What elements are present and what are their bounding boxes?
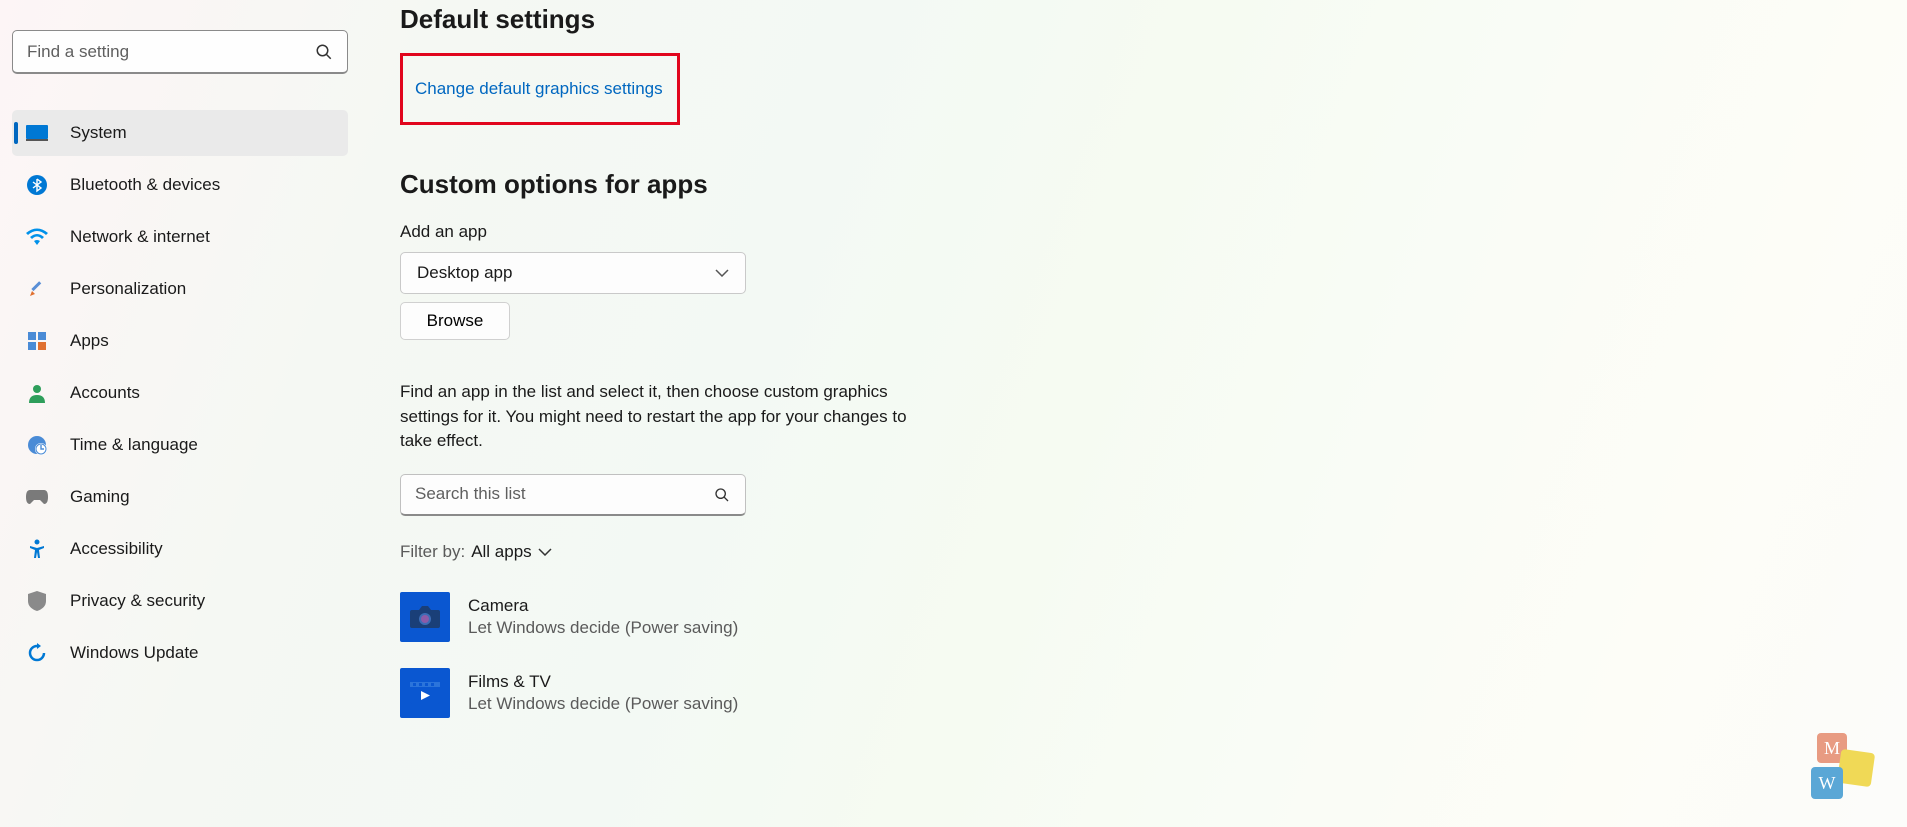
app-name: Films & TV — [468, 671, 738, 693]
nav-label: Time & language — [70, 435, 198, 455]
nav-label: Gaming — [70, 487, 130, 507]
app-list: Camera Let Windows decide (Power saving)… — [400, 592, 1907, 718]
change-default-graphics-link[interactable]: Change default graphics settings — [415, 79, 663, 99]
sidebar-search — [12, 30, 348, 74]
nav-label: Windows Update — [70, 643, 199, 663]
display-icon — [26, 122, 48, 144]
search-list-input[interactable] — [400, 474, 746, 516]
chevron-down-icon — [715, 269, 729, 277]
nav-windows-update[interactable]: Windows Update — [12, 630, 348, 676]
list-search — [400, 474, 746, 516]
clock-globe-icon — [26, 434, 48, 456]
dropdown-value: Desktop app — [417, 263, 512, 283]
nav-label: Bluetooth & devices — [70, 175, 220, 195]
app-subtitle: Let Windows decide (Power saving) — [468, 693, 738, 715]
paintbrush-icon — [26, 278, 48, 300]
nav-list: System Bluetooth & devices Network & int… — [12, 110, 348, 676]
person-icon — [26, 382, 48, 404]
app-subtitle: Let Windows decide (Power saving) — [468, 617, 738, 639]
films-tv-app-icon — [400, 668, 450, 718]
custom-options-heading: Custom options for apps — [400, 169, 1907, 200]
camera-app-icon — [400, 592, 450, 642]
filter-prefix: Filter by: — [400, 542, 465, 562]
wifi-icon — [26, 226, 48, 248]
update-icon — [26, 642, 48, 664]
app-name: Camera — [468, 595, 738, 617]
settings-sidebar: System Bluetooth & devices Network & int… — [0, 0, 360, 827]
main-content: Default settings Change default graphics… — [360, 0, 1907, 827]
filter-value: All apps — [471, 542, 531, 562]
nav-label: Network & internet — [70, 227, 210, 247]
nav-gaming[interactable]: Gaming — [12, 474, 348, 520]
gamepad-icon — [26, 486, 48, 508]
nav-accessibility[interactable]: Accessibility — [12, 526, 348, 572]
svg-text:M: M — [1824, 738, 1840, 758]
nav-label: Apps — [70, 331, 109, 351]
app-row-camera[interactable]: Camera Let Windows decide (Power saving) — [400, 592, 1907, 642]
browse-button[interactable]: Browse — [400, 302, 510, 340]
nav-system[interactable]: System — [12, 110, 348, 156]
watermark-icon: M W — [1809, 733, 1877, 801]
nav-bluetooth[interactable]: Bluetooth & devices — [12, 162, 348, 208]
apps-icon — [26, 330, 48, 352]
shield-icon — [26, 590, 48, 612]
search-icon[interactable] — [310, 38, 338, 66]
add-app-label: Add an app — [400, 222, 1907, 242]
nav-accounts[interactable]: Accounts — [12, 370, 348, 416]
highlighted-link-box: Change default graphics settings — [400, 53, 680, 125]
app-type-dropdown[interactable]: Desktop app — [400, 252, 746, 294]
nav-privacy[interactable]: Privacy & security — [12, 578, 348, 624]
nav-network[interactable]: Network & internet — [12, 214, 348, 260]
default-settings-heading: Default settings — [400, 4, 1907, 35]
nav-time-language[interactable]: Time & language — [12, 422, 348, 468]
bluetooth-icon — [26, 174, 48, 196]
app-row-films-tv[interactable]: Films & TV Let Windows decide (Power sav… — [400, 668, 1907, 718]
filter-row[interactable]: Filter by: All apps — [400, 542, 1907, 562]
nav-label: Privacy & security — [70, 591, 205, 611]
find-setting-input[interactable] — [12, 30, 348, 74]
nav-personalization[interactable]: Personalization — [12, 266, 348, 312]
accessibility-icon — [26, 538, 48, 560]
nav-label: Accounts — [70, 383, 140, 403]
svg-text:W: W — [1819, 773, 1836, 793]
nav-label: Accessibility — [70, 539, 163, 559]
help-text: Find an app in the list and select it, t… — [400, 380, 940, 454]
nav-apps[interactable]: Apps — [12, 318, 348, 364]
nav-label: Personalization — [70, 279, 186, 299]
nav-label: System — [70, 123, 127, 143]
search-icon[interactable] — [708, 481, 736, 509]
chevron-down-icon — [538, 548, 552, 556]
